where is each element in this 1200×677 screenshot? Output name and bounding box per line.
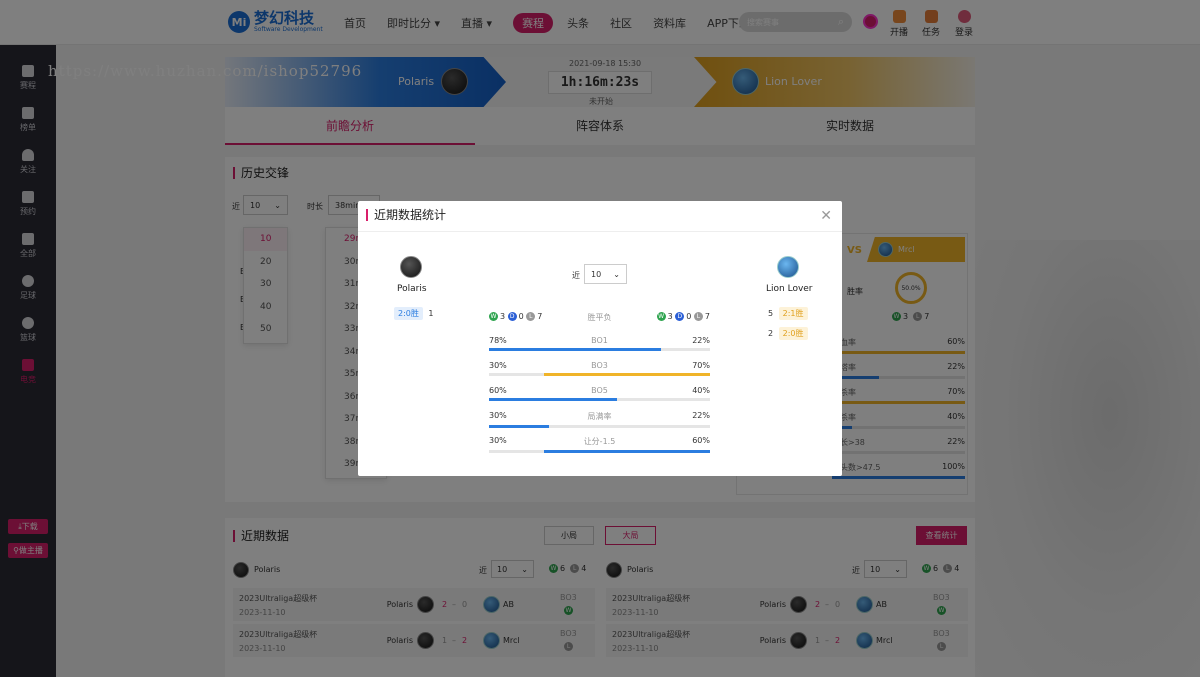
win-icon: W <box>489 312 498 321</box>
modal-stat-row: 30% 让分-1.5 60% <box>489 436 710 453</box>
stat-right-value: 22% <box>692 411 710 420</box>
stat-label: BO3 <box>591 361 608 370</box>
modal-right-team-logo <box>777 256 799 278</box>
stat-left-value: 30% <box>489 436 507 445</box>
stat-label: BO5 <box>591 386 608 395</box>
stat-left-value: 60% <box>489 386 507 395</box>
modal-near-label: 近 <box>572 271 580 280</box>
modal-left-team-name: Polaris <box>397 284 427 294</box>
loss-icon: L <box>693 312 703 321</box>
modal-stat-row: 30% BO3 70% <box>489 361 710 376</box>
stat-right-value: 40% <box>692 386 710 395</box>
modal-right-record: 2 2:0胜 <box>768 327 808 340</box>
stat-label: 让分-1.5 <box>583 437 616 446</box>
modal-right-record: 5 2:1胜 <box>768 307 808 320</box>
modal-divider <box>358 231 842 232</box>
modal-stat-row: 60% BO5 40% <box>489 386 710 401</box>
draw-icon: D <box>675 312 685 321</box>
draw-icon: D <box>507 312 517 321</box>
recent-stats-modal: 近期数据统计 ✕ Polaris 2:0胜 1 近 10 ⌄ Lion Lover… <box>358 201 842 476</box>
stat-bar-fill <box>489 425 549 428</box>
stat-bar-fill <box>544 373 710 376</box>
stat-bar-track <box>489 425 710 428</box>
stat-bar-track <box>489 348 710 351</box>
modal-title: 近期数据统计 <box>366 209 446 221</box>
modal-left-team-logo <box>400 256 422 278</box>
modal-summary-row: W3 D0 L7 胜平负 W3 D0 L7 <box>489 312 710 322</box>
stat-bar-track <box>489 450 710 453</box>
stat-label: 局满率 <box>587 412 612 421</box>
loss-icon: L <box>526 312 536 321</box>
stat-left-value: 78% <box>489 336 507 345</box>
win-icon: W <box>656 312 666 321</box>
stat-label: BO1 <box>591 336 608 345</box>
stat-right-value: 70% <box>692 361 710 370</box>
stat-left-value: 30% <box>489 411 507 420</box>
modal-right-team-name: Lion Lover <box>766 284 813 294</box>
stat-bar-track <box>489 373 710 376</box>
chevron-down-icon: ⌄ <box>613 269 620 279</box>
close-icon[interactable]: ✕ <box>820 208 832 224</box>
stat-bar-track <box>489 398 710 401</box>
stat-left-value: 30% <box>489 361 507 370</box>
stat-bar-fill <box>544 450 710 453</box>
modal-left-record: 2:0胜 1 <box>394 307 434 320</box>
modal-stat-row: 78% BO1 22% <box>489 336 710 351</box>
stat-bar-fill <box>489 348 662 351</box>
stat-right-value: 60% <box>692 436 710 445</box>
stat-bar-fill <box>489 398 618 401</box>
stat-right-value: 22% <box>692 336 710 345</box>
modal-stat-row: 30% 局满率 22% <box>489 411 710 428</box>
modal-near-select[interactable]: 10 ⌄ <box>584 264 627 284</box>
